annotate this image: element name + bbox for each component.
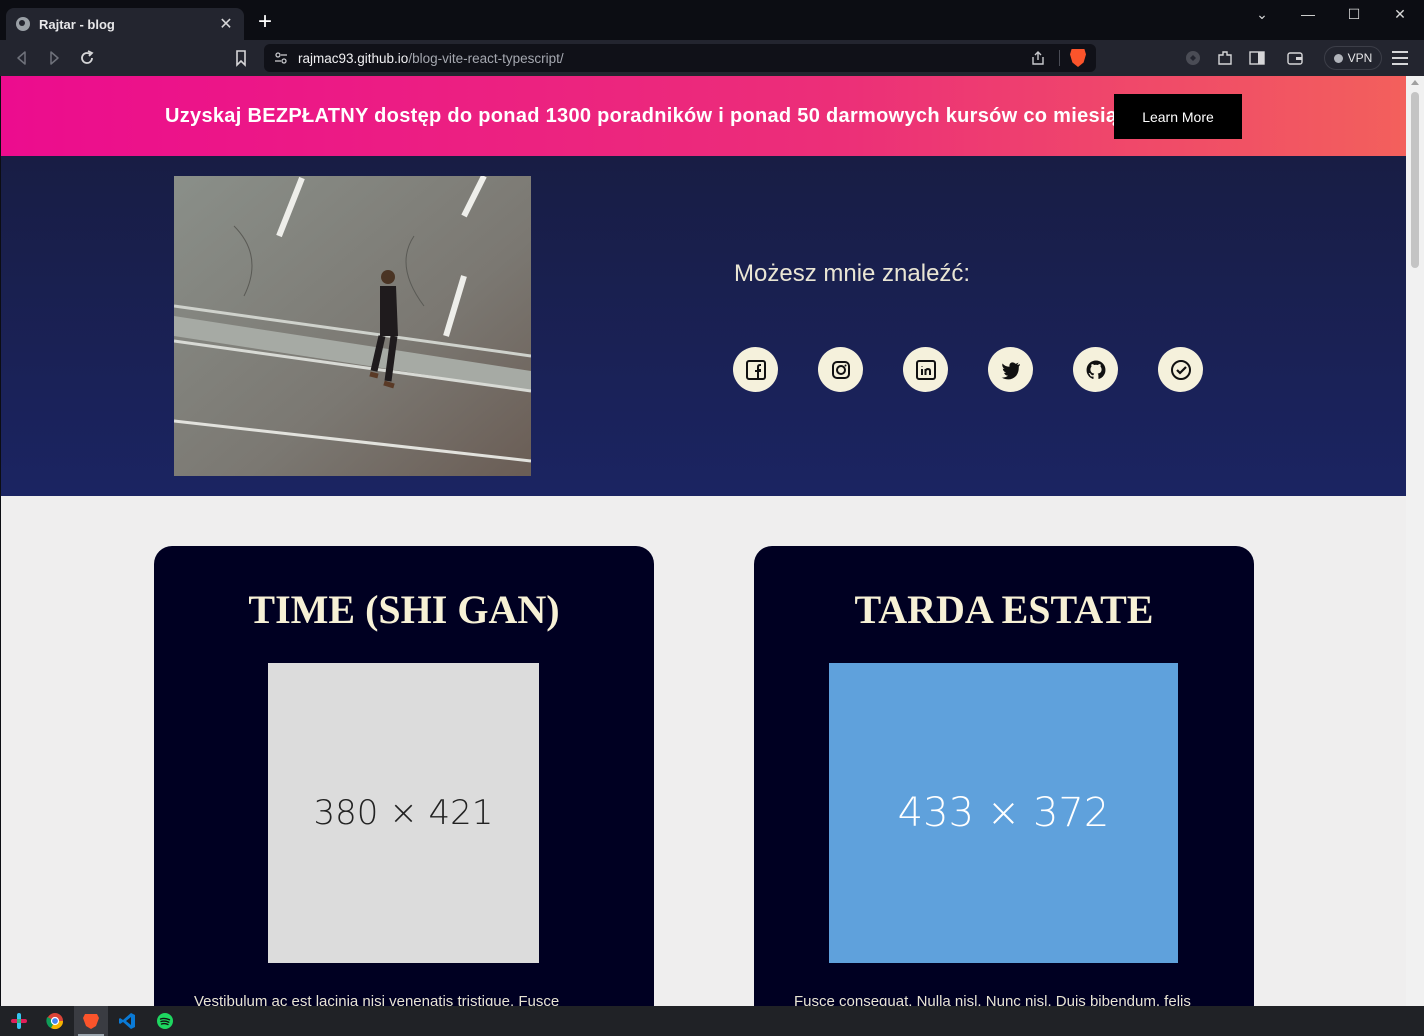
post-image-placeholder: 380 × 421 bbox=[268, 663, 539, 963]
page-viewport: Uzyskaj BEZPŁATNY dostęp do ponad 1300 p… bbox=[0, 76, 1424, 1006]
github-link[interactable] bbox=[1073, 347, 1118, 392]
reload-button[interactable] bbox=[77, 48, 97, 68]
posts-section: TIME (SHI GAN) 380 × 421 Vestibulum ac e… bbox=[1, 496, 1407, 1006]
bookmark-icon bbox=[236, 50, 246, 67]
url-path: /blog-vite-react-typescript/ bbox=[408, 51, 564, 66]
bookmark-button[interactable] bbox=[231, 48, 251, 68]
twitter-link[interactable] bbox=[988, 347, 1033, 392]
post-image-placeholder: 433 × 372 bbox=[829, 663, 1178, 963]
close-window-button[interactable]: ✕ bbox=[1390, 6, 1410, 23]
os-taskbar bbox=[0, 1006, 1424, 1036]
tab-active[interactable]: Rajtar - blog ✕ bbox=[6, 8, 244, 40]
scrollbar-thumb[interactable] bbox=[1411, 92, 1419, 268]
minimize-button[interactable]: — bbox=[1298, 6, 1318, 22]
linkedin-link[interactable] bbox=[903, 347, 948, 392]
tab-close-icon[interactable]: ✕ bbox=[218, 14, 234, 34]
forward-icon bbox=[50, 51, 59, 65]
extensions-icon[interactable] bbox=[1216, 49, 1234, 67]
social-heading: Możesz mnie znaleźć: bbox=[734, 260, 971, 287]
facebook-link[interactable] bbox=[733, 347, 778, 392]
wallet-icon[interactable] bbox=[1286, 49, 1304, 67]
post-title: TARDA ESTATE bbox=[854, 587, 1154, 632]
hero-section: Możesz mnie znaleźć: bbox=[1, 156, 1407, 496]
social-links bbox=[733, 347, 1203, 392]
promo-text: Uzyskaj BEZPŁATNY dostęp do ponad 1300 p… bbox=[165, 105, 1129, 127]
forward-button[interactable] bbox=[44, 48, 64, 68]
hero-photo bbox=[174, 176, 531, 476]
tab-title: Rajtar - blog bbox=[39, 16, 115, 32]
checkmark-link[interactable] bbox=[1158, 347, 1203, 392]
share-icon[interactable] bbox=[1030, 50, 1046, 66]
taskbar-vscode[interactable] bbox=[110, 1006, 144, 1036]
placeholder-dimensions: 433 × 372 bbox=[897, 790, 1110, 836]
vscode-icon bbox=[119, 1013, 135, 1029]
vpn-label: VPN bbox=[1347, 51, 1373, 65]
site-settings-icon[interactable] bbox=[274, 51, 288, 65]
slack-icon bbox=[11, 1013, 27, 1029]
taskbar-chrome[interactable] bbox=[38, 1006, 72, 1036]
url-host: rajmac93.github.io bbox=[298, 51, 409, 66]
post-excerpt: Fusce consequat. Nulla nisl. Nunc nisl. … bbox=[794, 993, 1191, 1006]
post-excerpt: Vestibulum ac est lacinia nisi venenatis… bbox=[194, 993, 560, 1006]
checkmark-icon bbox=[1170, 359, 1191, 380]
rewards-icon[interactable] bbox=[1184, 49, 1202, 67]
brave-shields-icon[interactable] bbox=[1070, 49, 1086, 67]
github-icon bbox=[1086, 360, 1105, 379]
placeholder-dimensions: 380 × 421 bbox=[313, 793, 494, 833]
back-icon bbox=[17, 51, 26, 65]
taskbar-spotify[interactable] bbox=[148, 1006, 182, 1036]
globe-icon bbox=[16, 17, 30, 31]
twitter-icon bbox=[1001, 361, 1020, 379]
address-bar[interactable]: rajmac93.github.io/blog-vite-react-types… bbox=[264, 44, 1096, 72]
brave-icon bbox=[83, 1014, 99, 1029]
page-scrollbar[interactable] bbox=[1406, 76, 1424, 1006]
instagram-link[interactable] bbox=[818, 347, 863, 392]
maximize-button[interactable]: ☐ bbox=[1344, 6, 1364, 23]
back-button[interactable] bbox=[12, 48, 32, 68]
new-tab-button[interactable]: + bbox=[258, 10, 272, 34]
learn-more-button[interactable]: Learn More bbox=[1114, 94, 1242, 139]
chrome-icon bbox=[46, 1013, 64, 1030]
reload-icon bbox=[81, 50, 94, 64]
address-divider bbox=[1059, 50, 1060, 66]
spotify-icon bbox=[157, 1013, 173, 1029]
tab-search-chevron-icon[interactable]: ⌄ bbox=[1252, 6, 1272, 23]
promo-banner: Uzyskaj BEZPŁATNY dostęp do ponad 1300 p… bbox=[1, 76, 1407, 156]
url-text: rajmac93.github.io/blog-vite-react-types… bbox=[298, 51, 564, 66]
post-card[interactable]: TARDA ESTATE 433 × 372 Fusce consequat. … bbox=[754, 546, 1254, 1006]
scroll-up-arrow-icon[interactable] bbox=[1411, 80, 1419, 85]
main-menu-icon[interactable] bbox=[1392, 51, 1408, 69]
taskbar-slack[interactable] bbox=[2, 1006, 36, 1036]
facebook-icon bbox=[745, 359, 766, 380]
vpn-button[interactable]: VPN bbox=[1324, 46, 1382, 70]
tab-strip: Rajtar - blog ✕ + ⌄ — ☐ ✕ bbox=[0, 0, 1424, 40]
sidebar-icon[interactable] bbox=[1248, 49, 1266, 67]
post-card[interactable]: TIME (SHI GAN) 380 × 421 Vestibulum ac e… bbox=[154, 546, 654, 1006]
post-title: TIME (SHI GAN) bbox=[248, 587, 560, 632]
taskbar-brave[interactable] bbox=[74, 1006, 108, 1036]
instagram-icon bbox=[831, 360, 850, 379]
vpn-status-icon bbox=[1333, 53, 1343, 63]
linkedin-icon bbox=[915, 359, 936, 380]
browser-toolbar: rajmac93.github.io/blog-vite-react-types… bbox=[0, 40, 1424, 76]
